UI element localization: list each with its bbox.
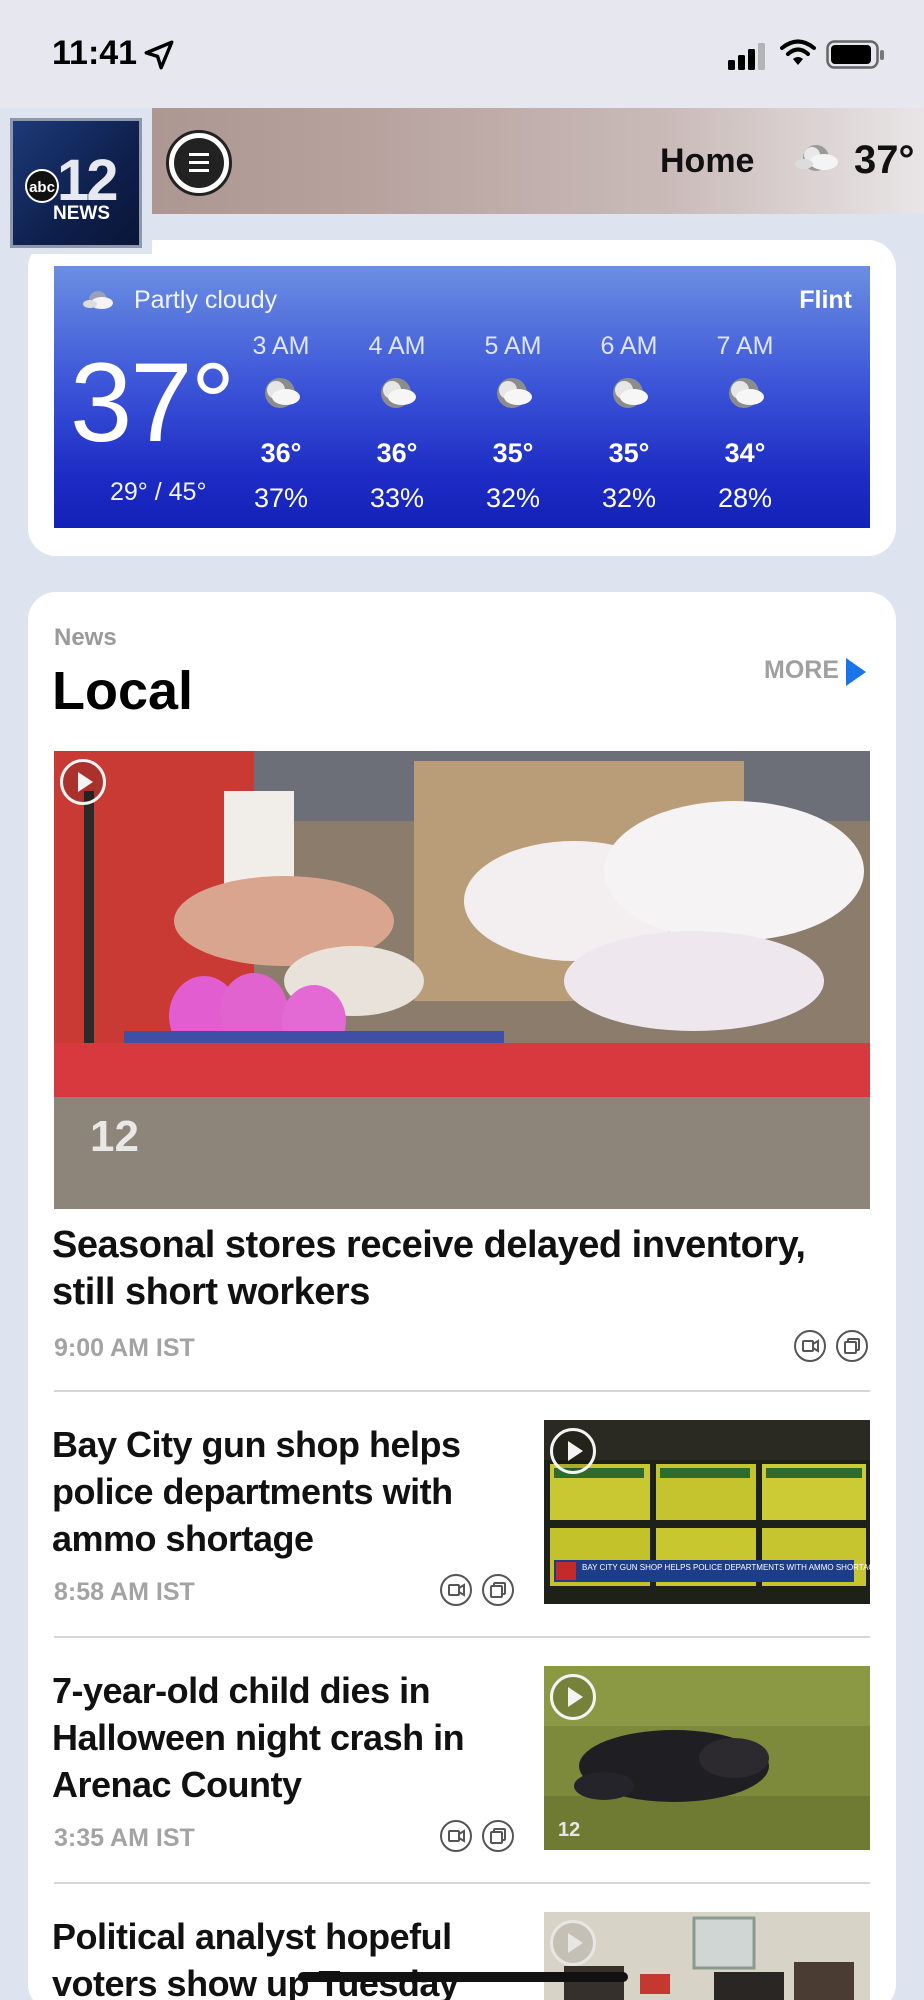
section-eyebrow: News: [54, 624, 117, 651]
play-icon[interactable]: [60, 759, 106, 805]
play-icon[interactable]: [550, 1428, 596, 1474]
hero-headline[interactable]: Seasonal stores receive delayed inventor…: [52, 1222, 852, 1316]
hour-label: 4 AM: [368, 332, 426, 360]
hour-precip: 33%: [369, 483, 425, 513]
current-temperature: 37°: [70, 340, 235, 465]
cellular-signal-icon: [728, 43, 765, 70]
story-headline[interactable]: 7-year-old child dies in Halloween night…: [52, 1667, 482, 1808]
hour-temperature: 34°: [724, 438, 766, 468]
hero-story-image[interactable]: 12: [54, 751, 870, 1209]
section-title: Local: [52, 661, 194, 721]
partly-cloudy-icon: [729, 378, 764, 408]
logo-news: NEWS: [53, 203, 110, 224]
video-icon: [794, 1330, 826, 1362]
status-bar: 11:41: [0, 0, 924, 108]
story-meta-icons: [440, 1574, 514, 1606]
video-icon: [440, 1574, 472, 1606]
play-arrow-icon[interactable]: [846, 658, 866, 686]
hour-temperature: 36°: [376, 438, 418, 468]
partly-cloudy-icon: [265, 378, 300, 408]
partly-cloudy-icon[interactable]: [790, 138, 844, 178]
story-headline[interactable]: Political analyst hopeful voters show up…: [52, 1913, 482, 2000]
location-arrow-icon: [144, 40, 174, 70]
story-timestamp: 3:35 AM IST: [54, 1824, 195, 1852]
video-icon: [440, 1820, 472, 1852]
hero-photo: 12: [54, 751, 870, 1209]
hour-label: 5 AM: [484, 332, 542, 360]
hour-label: 7 AM: [716, 332, 774, 360]
menu-button[interactable]: [166, 130, 232, 196]
battery-icon: [826, 40, 884, 69]
hour-label: 6 AM: [600, 332, 658, 360]
play-icon[interactable]: [550, 1920, 596, 1966]
weather-city[interactable]: Flint: [799, 286, 852, 315]
nav-home-label[interactable]: Home: [660, 142, 754, 181]
logo-abc: abc: [25, 169, 59, 203]
gallery-icon: [482, 1574, 514, 1606]
hour-precip: 28%: [717, 483, 773, 513]
story-thumbnail[interactable]: BAY CITY GUN SHOP HELPS POLICE DEPARTMEN…: [544, 1420, 870, 1604]
partly-cloudy-icon: [83, 291, 113, 309]
svg-text:12: 12: [558, 1819, 580, 1841]
hero-timestamp: 9:00 AM IST: [54, 1334, 195, 1362]
hero-meta-icons: [794, 1330, 868, 1362]
logo-badge: abc 12 NEWS: [10, 118, 142, 248]
hourly-forecast-item: 6 AM 35° 32%: [574, 332, 684, 514]
divider: [54, 1882, 870, 1884]
header-temperature[interactable]: 37°: [854, 138, 915, 183]
hamburger-icon: [174, 138, 224, 188]
play-icon[interactable]: [550, 1674, 596, 1720]
divider: [54, 1390, 870, 1392]
hour-label: 3 AM: [252, 332, 310, 360]
station-logo[interactable]: abc 12 NEWS: [0, 108, 152, 254]
hour-precip: 32%: [601, 483, 657, 513]
svg-text:12: 12: [90, 1112, 139, 1161]
more-link[interactable]: MORE: [764, 656, 839, 685]
weather-panel[interactable]: Partly cloudy Flint 37° 29° / 45° 3 AM 3…: [54, 266, 870, 528]
story-meta-icons: [440, 1820, 514, 1852]
partly-cloudy-icon: [497, 378, 532, 408]
divider: [54, 1636, 870, 1638]
story-timestamp: 8:58 AM IST: [54, 1578, 195, 1606]
story-thumbnail[interactable]: 12: [544, 1666, 870, 1850]
weather-condition: Partly cloudy: [134, 286, 278, 314]
story-headline[interactable]: Bay City gun shop helps police departmen…: [52, 1421, 482, 1562]
hour-temperature: 35°: [492, 438, 534, 468]
hour-temperature: 36°: [260, 438, 302, 468]
wifi-icon: [780, 39, 816, 65]
hour-precip: 32%: [485, 483, 541, 513]
hour-temperature: 35°: [608, 438, 650, 468]
hour-precip: 37%: [253, 483, 309, 513]
hourly-forecast-item: 7 AM 34° 28%: [690, 332, 800, 514]
hourly-forecast-item: 3 AM 36° 37%: [226, 332, 336, 514]
thumb-caption: BAY CITY GUN SHOP HELPS POLICE DEPARTMEN…: [582, 1563, 870, 1572]
gallery-icon: [482, 1820, 514, 1852]
partly-cloudy-icon: [381, 378, 416, 408]
status-time: 11:41: [52, 34, 138, 72]
hourly-forecast-item: 4 AM 36° 33%: [342, 332, 452, 514]
home-indicator[interactable]: [298, 1972, 628, 1982]
hourly-forecast-item: 5 AM 35° 32%: [458, 332, 568, 514]
polling-place-photo: [544, 1912, 870, 2000]
story-thumbnail[interactable]: [544, 1912, 870, 2000]
gallery-icon: [836, 1330, 868, 1362]
temperature-range: 29° / 45°: [110, 478, 207, 506]
partly-cloudy-icon: [613, 378, 648, 408]
